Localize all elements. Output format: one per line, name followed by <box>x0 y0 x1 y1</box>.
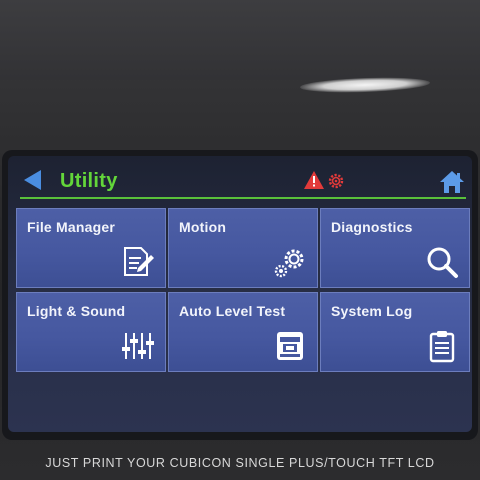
tile-label: File Manager <box>27 219 115 235</box>
device-caption: JUST PRINT YOUR CUBICON SINGLE PLUS/TOUC… <box>45 456 435 470</box>
tile-motion[interactable]: Motion <box>168 208 318 288</box>
tile-label: System Log <box>331 303 413 319</box>
gear-alert-icon[interactable] <box>328 173 344 189</box>
tile-system-log[interactable]: System Log <box>320 292 470 372</box>
back-arrow-icon[interactable] <box>22 169 44 191</box>
device-top-panel <box>0 0 480 80</box>
magnifier-icon <box>427 247 458 278</box>
tile-light-sound[interactable]: Light & Sound <box>16 292 166 372</box>
sliders-icon <box>122 333 154 359</box>
page-title: Utility <box>60 170 118 192</box>
header-divider <box>20 197 466 199</box>
tile-label: Motion <box>179 219 227 235</box>
lcd-screen: Utility File Manager Motion Diagnostics … <box>8 156 472 432</box>
clipboard-icon <box>429 331 455 363</box>
tile-auto-level-test[interactable]: Auto Level Test <box>168 292 318 372</box>
tile-file-manager[interactable]: File Manager <box>16 208 166 288</box>
file-edit-icon <box>124 247 154 276</box>
printer-bed-icon <box>277 332 303 360</box>
gears-icon <box>274 249 304 278</box>
tile-label: Light & Sound <box>27 303 126 319</box>
tile-label: Auto Level Test <box>179 303 286 319</box>
home-icon[interactable] <box>439 170 465 194</box>
tile-label: Diagnostics <box>331 219 413 235</box>
header-bar: Utility <box>8 156 472 200</box>
warning-icon[interactable] <box>304 171 324 189</box>
tile-diagnostics[interactable]: Diagnostics <box>320 208 470 288</box>
